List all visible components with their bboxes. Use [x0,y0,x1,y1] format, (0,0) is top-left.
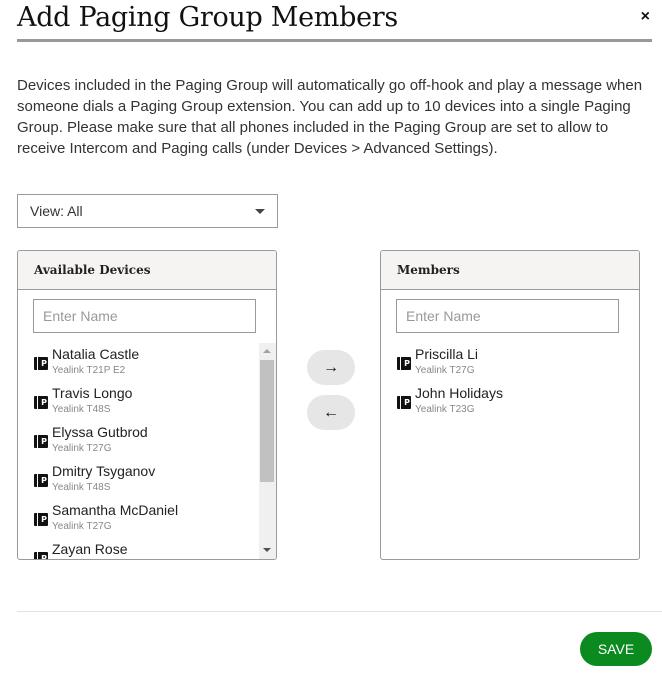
dialog-title: Add Paging Group Members [17,2,398,33]
device-model: Yealink T27G [52,443,112,454]
device-list-item[interactable]: P Dmitry Tsyganov Yealink T48S [18,460,258,499]
device-owner-name: Zayan Rose [52,541,128,557]
device-model: Yealink T48S [52,404,111,415]
available-devices-header: Available Devices [18,251,276,290]
view-filter-dropdown[interactable]: View: All [17,194,278,228]
scroll-up-icon[interactable] [263,349,271,353]
ip-phone-icon: P [34,552,48,559]
members-header: Members [381,251,639,290]
device-list-item[interactable]: P Zayan Rose [18,538,258,559]
device-model: Yealink T23G [415,404,475,415]
members-panel: Members P Priscilla Li Yealink T27G P John H… [380,250,640,560]
chevron-down-icon [255,208,265,214]
device-model: Yealink T21P E2 [52,365,126,376]
scroll-down-icon[interactable] [263,548,271,552]
device-owner-name: Natalia Castle [52,346,140,362]
device-owner-name: Elyssa Gutbrod [52,424,148,440]
device-list-item[interactable]: P Priscilla Li Yealink T27G [381,343,639,382]
arrow-left-icon: ← [323,403,339,421]
ip-phone-icon: P [34,474,48,487]
device-list-item[interactable]: P Natalia Castle Yealink T21P E2 [18,343,258,382]
footer-divider [17,611,662,612]
title-divider [17,39,652,42]
device-owner-name: Travis Longo [52,385,133,401]
ip-phone-icon: P [397,357,411,370]
remove-from-members-button[interactable]: ← [307,395,355,430]
arrow-right-icon: → [323,358,339,376]
ip-phone-icon: P [397,396,411,409]
save-button[interactable]: SAVE [580,632,652,666]
dialog-description: Devices included in the Paging Group wil… [17,77,643,157]
device-owner-name: Dmitry Tsyganov [52,463,156,479]
available-devices-list: P Natalia Castle Yealink T21P E2 P Travis Lo… [18,343,258,559]
device-list-item[interactable]: P Samantha McDaniel Yealink T27G [18,499,258,538]
available-search-input[interactable] [33,299,256,333]
device-model: Yealink T27G [52,521,112,532]
members-list: P Priscilla Li Yealink T27G P John Holidays Y… [381,343,639,559]
device-model: Yealink T48S [52,482,111,493]
scrollbar-thumb[interactable] [260,360,274,482]
ip-phone-icon: P [34,435,48,448]
members-search-input[interactable] [396,299,619,333]
ip-phone-icon: P [34,396,48,409]
available-list-scrollbar[interactable] [259,343,276,559]
device-owner-name: Samantha McDaniel [52,502,179,518]
device-list-item[interactable]: P John Holidays Yealink T23G [381,382,639,421]
available-devices-panel: Available Devices P Natalia Castle Yealink… [17,250,277,560]
device-list-item[interactable]: P Travis Longo Yealink T48S [18,382,258,421]
ip-phone-icon: P [34,513,48,526]
close-icon[interactable]: × [641,8,650,26]
device-list-item[interactable]: P Elyssa Gutbrod Yealink T27G [18,421,258,460]
device-owner-name: Priscilla Li [415,346,479,362]
device-model: Yealink T27G [415,365,475,376]
view-filter-value: View: All [30,203,83,219]
add-to-members-button[interactable]: → [307,350,355,385]
device-owner-name: John Holidays [415,385,503,401]
ip-phone-icon: P [34,357,48,370]
